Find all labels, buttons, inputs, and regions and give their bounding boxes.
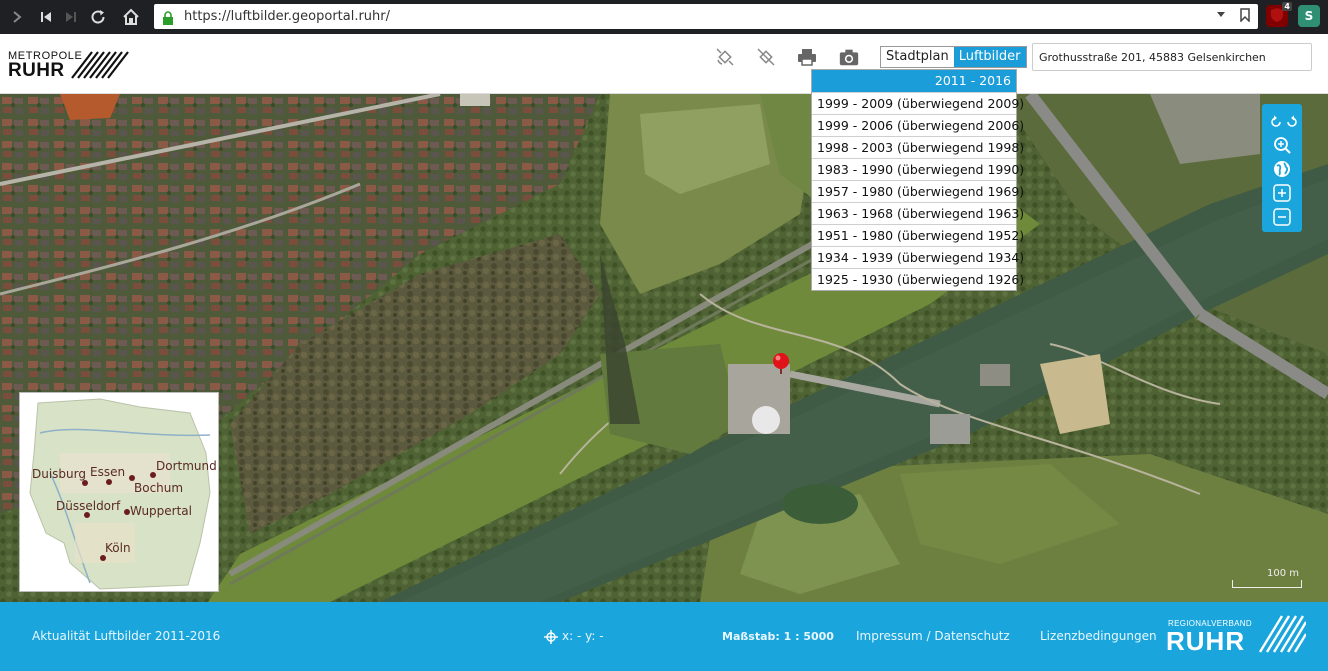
satellite-icon[interactable]: [714, 46, 736, 68]
map-controls: [1262, 104, 1302, 232]
footer-bar: Aktualität Luftbilder 2011-2016 x: - y: …: [0, 602, 1328, 671]
license-link[interactable]: Lizenzbedingungen: [1040, 629, 1157, 643]
map-scale-bar: 100 m: [1232, 568, 1302, 588]
s-extension-label: S: [1304, 9, 1314, 23]
address-search-input[interactable]: [1032, 43, 1312, 71]
globe-icon[interactable]: [1272, 159, 1292, 179]
logo-line2: RUHR: [8, 60, 65, 81]
city-label-koeln: Köln: [105, 541, 131, 555]
satellite-off-icon[interactable]: [755, 46, 777, 68]
city-label-wuppertal: Wuppertal: [130, 504, 192, 518]
map-scale-label: 100 m: [1266, 568, 1299, 579]
year-option-selected[interactable]: 2011 - 2016: [812, 70, 1016, 92]
year-option[interactable]: 1999 - 2009 (überwiegend 2009): [812, 92, 1024, 114]
impressum-link[interactable]: Impressum / Datenschutz: [856, 629, 1010, 643]
regionalverband-ruhr-logo[interactable]: REGIONALVERBAND RUHR: [1166, 614, 1306, 658]
luftbilder-button[interactable]: Luftbilder: [953, 47, 1026, 67]
city-dot: [100, 555, 106, 561]
metropole-ruhr-logo[interactable]: METROPOLE RUHR: [8, 50, 130, 82]
year-option[interactable]: 1999 - 2006 (überwiegend 2006): [812, 114, 1024, 136]
city-label-duesseldorf: Düsseldorf: [56, 499, 121, 513]
year-option[interactable]: 1998 - 2003 (überwiegend 1998): [812, 136, 1024, 158]
zoom-search-icon[interactable]: [1272, 135, 1292, 155]
extension-badge: 4: [1282, 2, 1292, 11]
year-option[interactable]: 1983 - 1990 (überwiegend 1990): [812, 158, 1024, 180]
skip-back-icon[interactable]: [33, 4, 59, 30]
browser-toolbar: https://luftbilder.geoportal.ruhr/ 4 S: [0, 0, 1328, 34]
print-icon[interactable]: [796, 46, 818, 68]
year-option[interactable]: 1934 - 1939 (überwiegend 1934): [812, 246, 1024, 268]
camera-icon[interactable]: [838, 46, 860, 68]
map-type-toggle: Stadtplan Luftbilder: [880, 46, 1027, 68]
home-icon[interactable]: [118, 4, 144, 30]
lock-icon: [162, 10, 174, 25]
s-extension-icon[interactable]: S: [1298, 5, 1320, 27]
dropdown-arrow-icon[interactable]: [1216, 8, 1226, 25]
city-label-duisburg: Duisburg: [32, 467, 86, 481]
year-dropdown[interactable]: 2011 - 2016 1999 - 2009 (überwiegend 200…: [811, 69, 1024, 291]
bookmark-icon[interactable]: [1240, 8, 1250, 25]
city-label-dortmund: Dortmund: [156, 459, 217, 473]
overview-region-shape: [29, 398, 211, 590]
forward-arrow-icon[interactable]: [4, 4, 30, 30]
city-label-essen: Essen: [90, 465, 126, 479]
coordinates-text: x: - y: -: [562, 629, 604, 643]
zoom-in-icon[interactable]: [1272, 183, 1292, 203]
stadtplan-button[interactable]: Stadtplan: [881, 47, 954, 67]
city-label-bochum: Bochum: [134, 481, 184, 495]
footer-logo-line2: RUHR: [1166, 626, 1246, 656]
ublock-extension-icon[interactable]: 4: [1266, 2, 1292, 27]
year-option[interactable]: 1963 - 1968 (überwiegend 1963): [812, 202, 1024, 224]
year-option[interactable]: 1951 - 1980 (überwiegend 1952): [812, 224, 1024, 246]
year-option[interactable]: 1957 - 1980 (überwiegend 1969): [812, 180, 1024, 202]
city-dot: [106, 479, 112, 485]
overview-map[interactable]: Duisburg Essen Dortmund Bochum Düsseldor…: [19, 392, 219, 592]
year-option[interactable]: 1925 - 1930 (überwiegend 1926): [812, 268, 1024, 290]
crosshair-icon: [544, 629, 558, 648]
url-text: https://luftbilder.geoportal.ruhr/: [184, 9, 391, 24]
zoom-out-icon[interactable]: [1272, 207, 1292, 227]
rotate-right-icon[interactable]: [1282, 112, 1302, 132]
actuality-text: Aktualität Luftbilder 2011-2016: [32, 629, 221, 643]
skip-forward-icon[interactable]: [58, 4, 84, 30]
address-bar[interactable]: https://luftbilder.geoportal.ruhr/: [154, 4, 1258, 29]
location-marker-icon[interactable]: [771, 351, 791, 375]
scale-text: Maßstab: 1 : 5000: [722, 630, 834, 643]
logo-stripes-icon: [71, 51, 129, 79]
reload-icon[interactable]: [85, 4, 111, 30]
footer-logo-stripes-icon: [1258, 615, 1306, 653]
